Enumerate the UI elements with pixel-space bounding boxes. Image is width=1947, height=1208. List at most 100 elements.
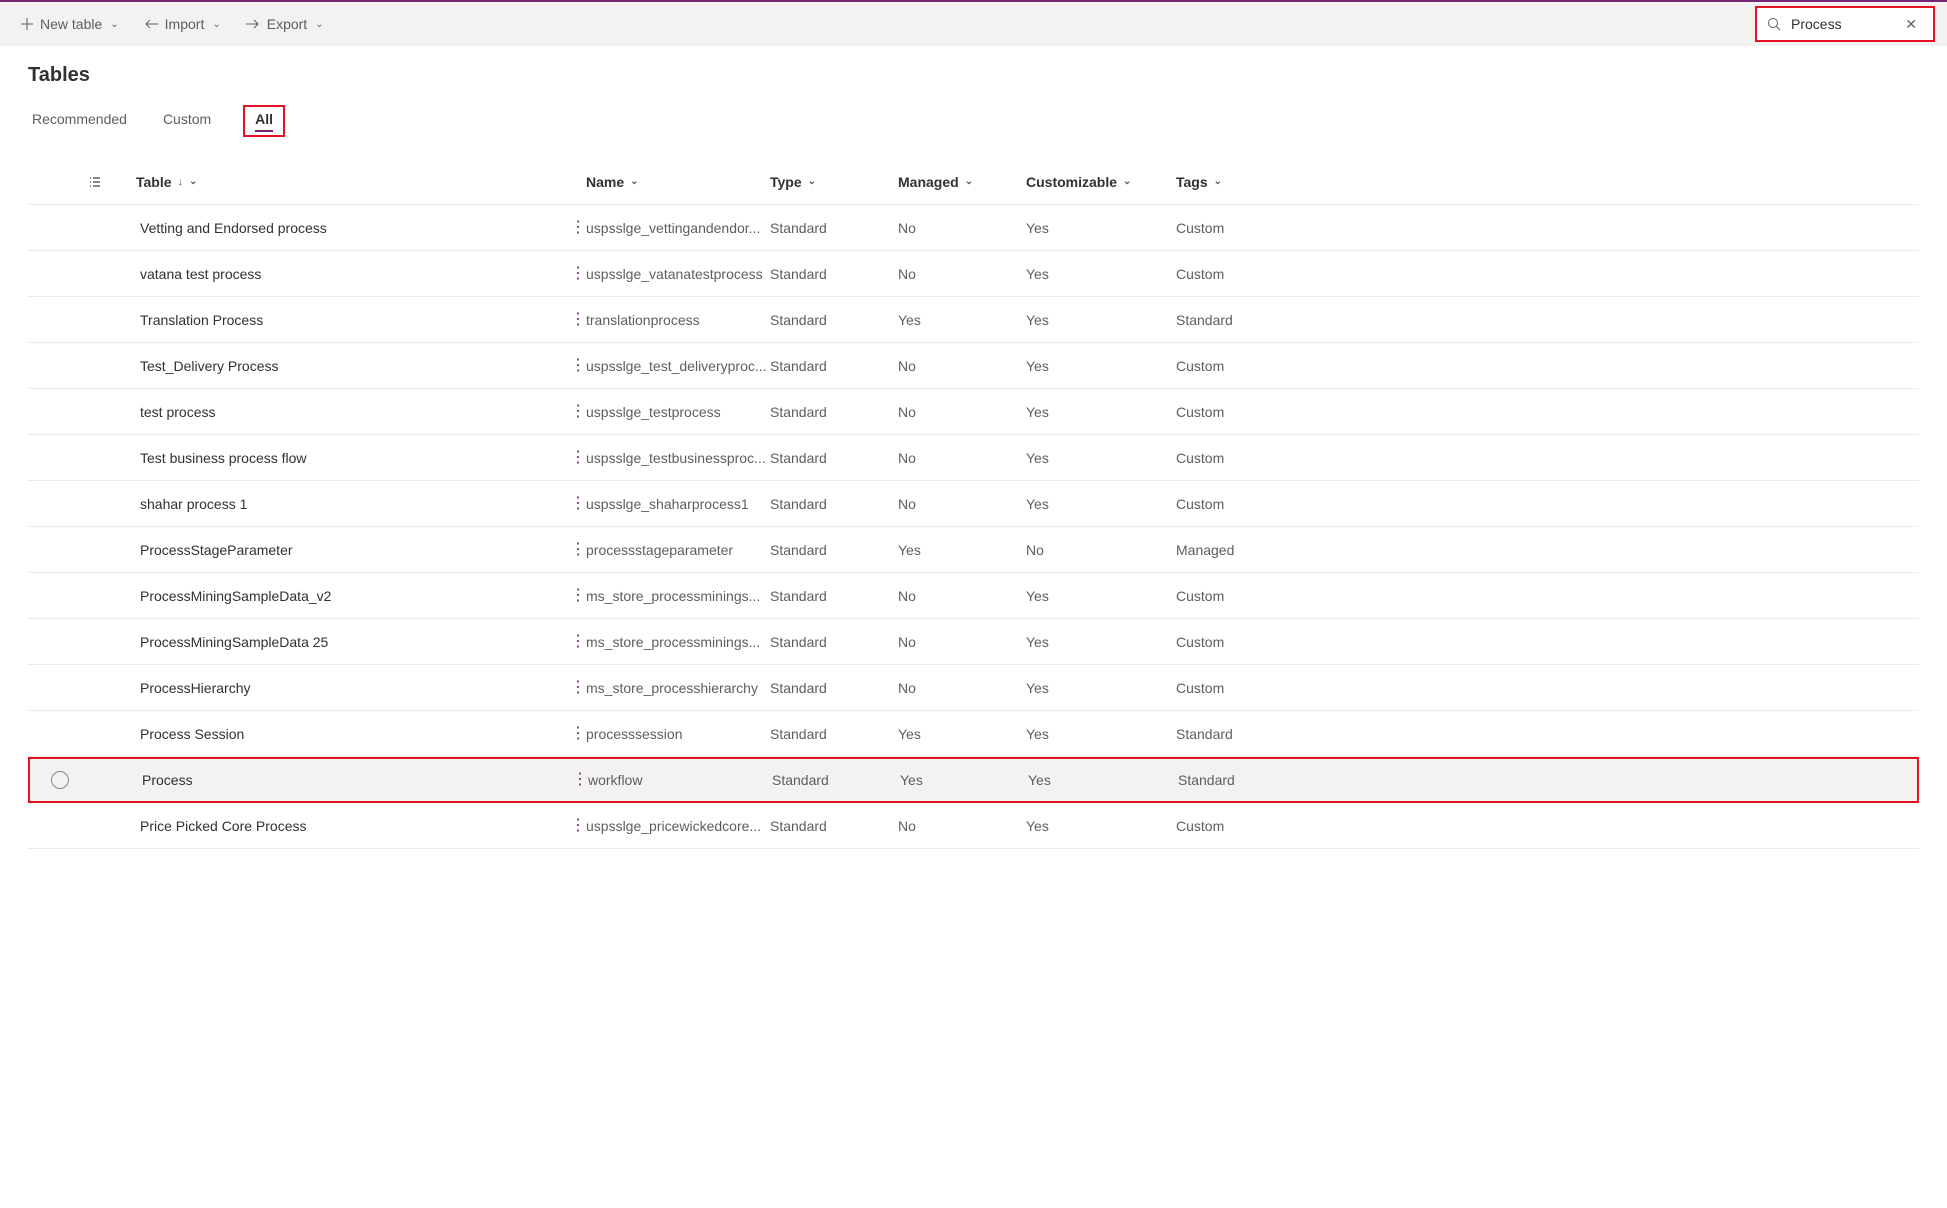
cell-tags: Custom: [1176, 588, 1326, 604]
more-vertical-icon: ⋮: [570, 587, 586, 604]
cell-managed: No: [898, 220, 1026, 236]
cell-name: ms_store_processminings...: [586, 634, 770, 650]
more-vertical-icon: ⋮: [570, 311, 586, 328]
column-header-table-label: Table: [136, 174, 172, 190]
column-header-name-label: Name: [586, 174, 624, 190]
table-row[interactable]: Price Picked Core Process⋮uspsslge_price…: [28, 803, 1919, 849]
table-row[interactable]: Process⋮workflowStandardYesYesStandard: [28, 757, 1919, 803]
cell-table[interactable]: Test_Delivery Process: [136, 358, 566, 374]
table-row[interactable]: ProcessMiningSampleData 25⋮ms_store_proc…: [28, 619, 1919, 665]
row-more-button[interactable]: ⋮: [566, 310, 586, 330]
cell-name: uspsslge_pricewickedcore...: [586, 818, 770, 834]
cell-table[interactable]: Process Session: [136, 726, 566, 742]
more-vertical-icon: ⋮: [570, 219, 586, 236]
cell-name: ms_store_processminings...: [586, 588, 770, 604]
column-header-managed-label: Managed: [898, 174, 959, 190]
table-row[interactable]: Test_Delivery Process⋮uspsslge_test_deli…: [28, 343, 1919, 389]
import-icon: [143, 18, 159, 30]
tab-recommended[interactable]: Recommended: [28, 105, 131, 137]
close-icon: ✕: [1905, 16, 1917, 32]
row-more-button[interactable]: ⋮: [566, 816, 586, 836]
row-more-button[interactable]: ⋮: [566, 632, 586, 652]
row-more-button[interactable]: ⋮: [566, 540, 586, 560]
clear-search-button[interactable]: ✕: [1899, 14, 1923, 35]
cell-name: uspsslge_shaharprocess1: [586, 496, 770, 512]
column-header-table[interactable]: Table ↓ ⌄: [136, 174, 566, 190]
cell-tags: Custom: [1176, 220, 1326, 236]
cell-name: uspsslge_testbusinessproc...: [586, 450, 770, 466]
column-header-managed[interactable]: Managed ⌄: [898, 174, 1026, 190]
table-row[interactable]: test process⋮uspsslge_testprocessStandar…: [28, 389, 1919, 435]
import-button[interactable]: Import ⌄: [135, 10, 229, 38]
cell-table[interactable]: Price Picked Core Process: [136, 818, 566, 834]
row-more-button[interactable]: ⋮: [566, 356, 586, 376]
cell-type: Standard: [770, 450, 898, 466]
chevron-down-icon: ⌄: [630, 176, 638, 187]
table-row[interactable]: ProcessStageParameter⋮processstageparame…: [28, 527, 1919, 573]
column-header-customizable[interactable]: Customizable ⌄: [1026, 174, 1176, 190]
row-checkbox[interactable]: [30, 771, 90, 789]
table-row[interactable]: shahar process 1⋮uspsslge_shaharprocess1…: [28, 481, 1919, 527]
cell-table[interactable]: Translation Process: [136, 312, 566, 328]
row-more-button[interactable]: ⋮: [566, 678, 586, 698]
chevron-down-icon: ⌄: [808, 176, 816, 187]
column-header-name[interactable]: Name ⌄: [586, 174, 770, 190]
cell-tags: Managed: [1176, 542, 1326, 558]
more-vertical-icon: ⋮: [570, 495, 586, 512]
row-more-button[interactable]: ⋮: [566, 218, 586, 238]
cell-table[interactable]: ProcessMiningSampleData 25: [136, 634, 566, 650]
table-row[interactable]: Vetting and Endorsed process⋮uspsslge_ve…: [28, 205, 1919, 251]
cell-tags: Custom: [1176, 680, 1326, 696]
list-view-icon[interactable]: [88, 175, 136, 189]
import-label: Import: [165, 16, 205, 32]
cell-managed: Yes: [898, 726, 1026, 742]
row-more-button[interactable]: ⋮: [566, 586, 586, 606]
cell-table[interactable]: ProcessHierarchy: [136, 680, 566, 696]
cell-table[interactable]: ProcessStageParameter: [136, 542, 566, 558]
cell-customizable: Yes: [1026, 726, 1176, 742]
cell-managed: Yes: [898, 542, 1026, 558]
tab-all[interactable]: All: [243, 105, 285, 137]
export-button[interactable]: Export ⌄: [237, 10, 332, 38]
chevron-down-icon: ⌄: [212, 19, 220, 30]
cell-table[interactable]: Process: [138, 772, 568, 788]
table-row[interactable]: Process Session⋮processsessionStandardYe…: [28, 711, 1919, 757]
cell-table[interactable]: Vetting and Endorsed process: [136, 220, 566, 236]
cell-managed: No: [898, 818, 1026, 834]
new-table-button[interactable]: New table ⌄: [12, 10, 127, 38]
row-more-button[interactable]: ⋮: [566, 494, 586, 514]
cell-tags: Custom: [1176, 634, 1326, 650]
table-row[interactable]: Test business process flow⋮uspsslge_test…: [28, 435, 1919, 481]
table-row[interactable]: ProcessHierarchy⋮ms_store_processhierarc…: [28, 665, 1919, 711]
table-row[interactable]: ProcessMiningSampleData_v2⋮ms_store_proc…: [28, 573, 1919, 619]
search-box[interactable]: ✕: [1755, 6, 1935, 42]
cell-table[interactable]: vatana test process: [136, 266, 566, 282]
cell-type: Standard: [772, 772, 900, 788]
cell-table[interactable]: ProcessMiningSampleData_v2: [136, 588, 566, 604]
cell-name: workflow: [588, 772, 772, 788]
cell-type: Standard: [770, 542, 898, 558]
table-row[interactable]: Translation Process⋮translationprocessSt…: [28, 297, 1919, 343]
cell-type: Standard: [770, 680, 898, 696]
row-more-button[interactable]: ⋮: [566, 402, 586, 422]
cell-table[interactable]: Test business process flow: [136, 450, 566, 466]
search-input[interactable]: [1791, 16, 1889, 32]
cell-table[interactable]: shahar process 1: [136, 496, 566, 512]
row-more-button[interactable]: ⋮: [566, 724, 586, 744]
cell-customizable: Yes: [1026, 588, 1176, 604]
column-header-tags[interactable]: Tags ⌄: [1176, 174, 1326, 190]
cell-table[interactable]: test process: [136, 404, 566, 420]
column-header-type[interactable]: Type ⌄: [770, 174, 898, 190]
row-more-button[interactable]: ⋮: [568, 770, 588, 790]
row-more-button[interactable]: ⋮: [566, 264, 586, 284]
cell-customizable: Yes: [1026, 496, 1176, 512]
more-vertical-icon: ⋮: [570, 357, 586, 374]
cell-type: Standard: [770, 496, 898, 512]
row-more-button[interactable]: ⋮: [566, 448, 586, 468]
tab-custom[interactable]: Custom: [159, 105, 215, 137]
table-row[interactable]: vatana test process⋮uspsslge_vatanatestp…: [28, 251, 1919, 297]
cell-tags: Standard: [1176, 726, 1326, 742]
chevron-down-icon: ⌄: [1214, 176, 1222, 187]
export-label: Export: [267, 16, 307, 32]
cell-customizable: Yes: [1026, 450, 1176, 466]
